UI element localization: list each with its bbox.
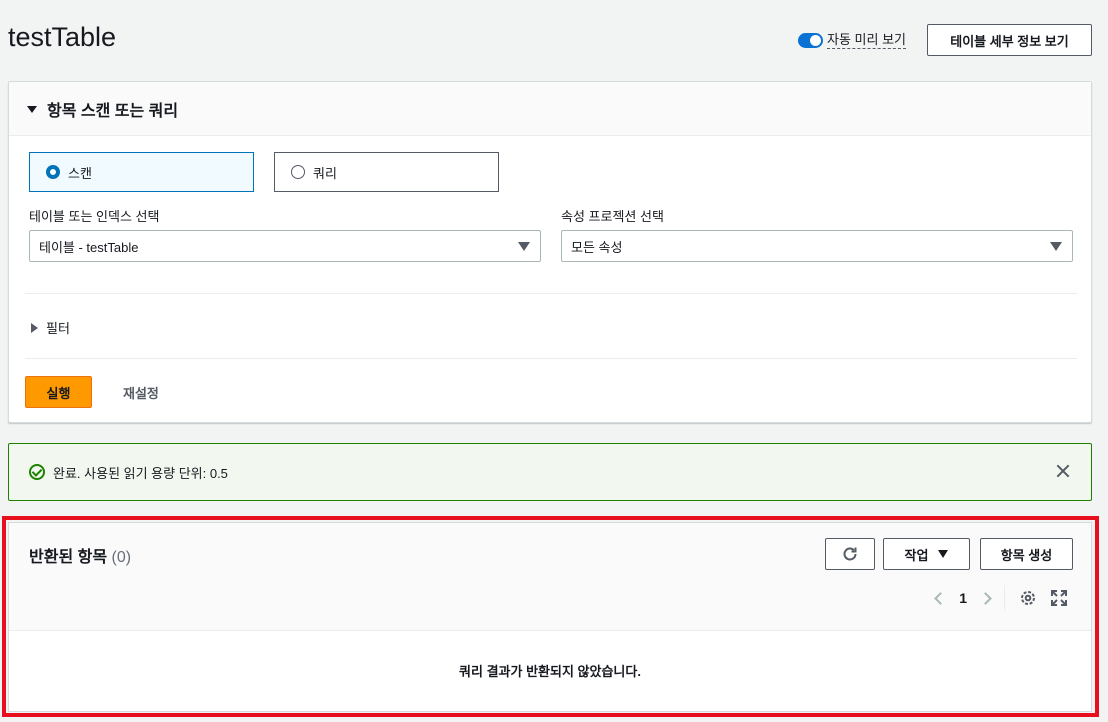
- page-title: testTable: [8, 22, 117, 52]
- alert-message: 완료. 사용된 읽기 용량 단위: 0.5: [53, 465, 228, 481]
- scan-query-title: 항목 스캔 또는 쿼리: [47, 102, 179, 120]
- filter-label: 필터: [46, 321, 70, 336]
- view-table-details-button[interactable]: 테이블 세부 정보 보기: [927, 24, 1092, 56]
- scan-query-header[interactable]: 항목 스캔 또는 쿼리: [9, 82, 1091, 136]
- scan-query-panel: 항목 스캔 또는 쿼리 스캔 쿼리 테이블 또는 인덱스 선택 테이블 - te…: [8, 81, 1092, 423]
- success-alert: 완료. 사용된 읽기 용량 단위: 0.5: [8, 443, 1092, 501]
- caret-down-icon: [1050, 242, 1062, 251]
- query-option[interactable]: 쿼리: [274, 152, 499, 192]
- auto-preview-label: 자동 미리 보기: [827, 32, 906, 49]
- radio-selected-icon[interactable]: [46, 165, 60, 179]
- projection-label: 속성 프로젝션 선택: [561, 209, 664, 224]
- caret-down-icon: [518, 242, 530, 251]
- table-index-value: 테이블 - testTable: [39, 239, 139, 255]
- close-icon[interactable]: [1055, 463, 1071, 479]
- run-button[interactable]: 실행: [25, 376, 92, 408]
- radio-unselected-icon[interactable]: [291, 165, 305, 179]
- divider: [25, 293, 1077, 294]
- scan-option-label: 스캔: [68, 165, 92, 181]
- query-option-label: 쿼리: [313, 165, 337, 181]
- projection-value: 모든 속성: [571, 239, 623, 255]
- caret-down-icon: [27, 106, 37, 113]
- toggle-switch-icon[interactable]: [798, 33, 823, 48]
- divider: [25, 358, 1077, 359]
- caret-right-icon: [31, 322, 38, 333]
- highlight-box: [2, 516, 1099, 717]
- auto-preview-toggle[interactable]: 자동 미리 보기: [798, 32, 906, 49]
- table-index-select[interactable]: 테이블 - testTable: [29, 230, 541, 262]
- success-check-icon: [29, 464, 45, 480]
- filter-expander[interactable]: 필터: [31, 318, 70, 337]
- reset-button[interactable]: 재설정: [123, 376, 159, 408]
- table-index-label: 테이블 또는 인덱스 선택: [29, 209, 160, 224]
- scan-option[interactable]: 스캔: [29, 152, 254, 192]
- projection-select[interactable]: 모든 속성: [561, 230, 1073, 262]
